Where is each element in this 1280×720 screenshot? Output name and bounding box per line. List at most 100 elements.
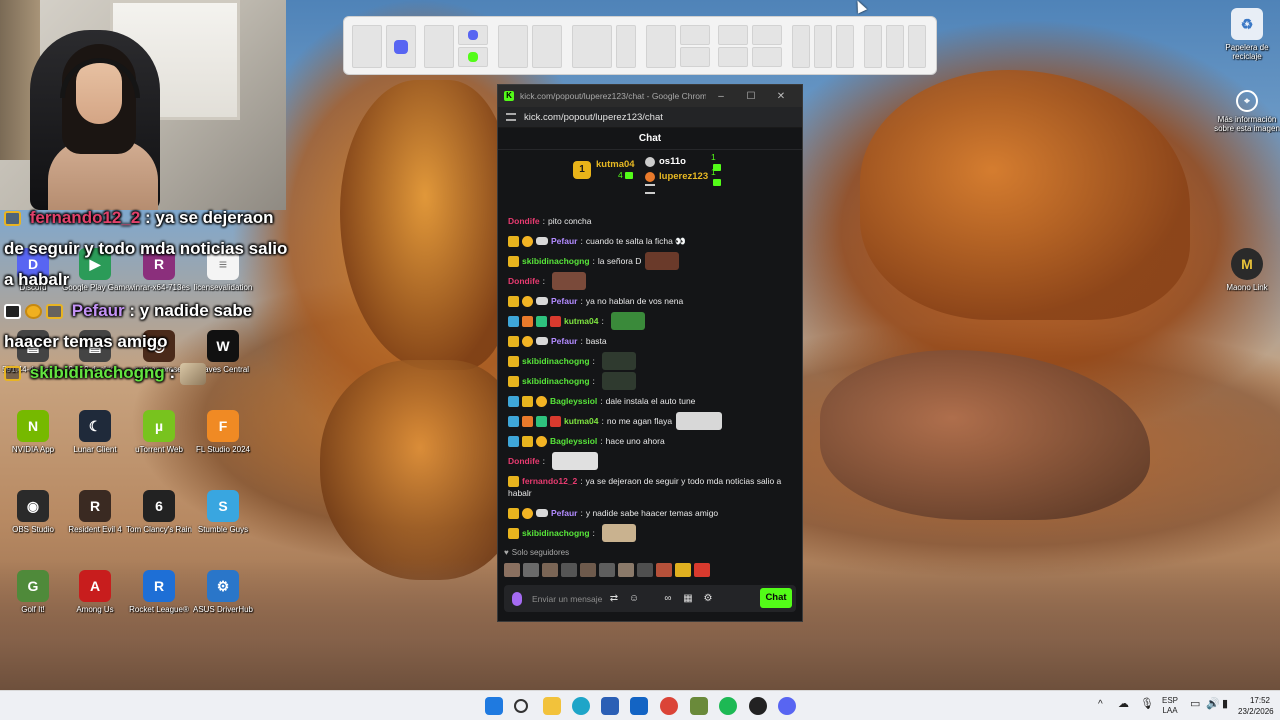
emote-button[interactable]	[523, 563, 539, 577]
chat-message[interactable]: Dondife:	[508, 451, 792, 471]
chat-message[interactable]: Dondife:	[508, 271, 792, 291]
chat-username[interactable]: skibidinachogng	[522, 523, 590, 543]
emote-button[interactable]	[637, 563, 653, 577]
chat-message[interactable]: skibidinachogng:	[508, 523, 792, 543]
chat-message[interactable]: Pefaur: cuando te salta la ficha 👀	[508, 231, 792, 251]
discord-icon[interactable]	[778, 697, 796, 715]
desktop-icon[interactable]: µ uTorrent Web	[126, 410, 192, 454]
preview-thumb[interactable]	[864, 25, 882, 68]
preview-thumb[interactable]	[886, 25, 904, 68]
chat-username[interactable]: Bagleyssiol	[550, 431, 597, 451]
emote-button[interactable]	[542, 563, 558, 577]
chat-message[interactable]: kutma04:	[508, 311, 792, 331]
preview-thumb[interactable]	[752, 25, 782, 45]
desktop-icon[interactable]: A Among Us	[62, 570, 128, 614]
battery-icon[interactable]: ▮	[1222, 699, 1228, 710]
chat-message[interactable]: Pefaur: basta	[508, 331, 792, 351]
chat-username[interactable]: kutma04	[564, 311, 599, 331]
chat-username[interactable]: Dondife	[508, 451, 540, 471]
preview-thumb[interactable]	[908, 25, 926, 68]
preview-thumb[interactable]	[498, 25, 528, 68]
volume-icon[interactable]: 🔊	[1206, 699, 1220, 710]
desktop-icon[interactable]: ☾ Lunar Client	[62, 410, 128, 454]
emote-button[interactable]	[656, 563, 672, 577]
emote-button[interactable]	[599, 563, 615, 577]
desktop-icon[interactable]: R Resident Evil 4	[62, 490, 128, 534]
chat-message[interactable]: Dondife: pito concha	[508, 211, 792, 231]
preview-thumb[interactable]	[814, 25, 832, 68]
preview-thumb[interactable]	[352, 25, 382, 68]
preview-thumb[interactable]	[572, 25, 612, 68]
chat-username[interactable]: Dondife	[508, 211, 540, 231]
address-bar[interactable]: kick.com/popout/luperez123/chat	[498, 107, 802, 128]
emote-button[interactable]	[694, 563, 710, 577]
site-info-icon[interactable]	[506, 113, 516, 121]
preview-thumb[interactable]	[836, 25, 854, 68]
emoji-icon[interactable]: ☺	[624, 593, 644, 604]
chat-message[interactable]: skibidinachogng: la señora D	[508, 251, 792, 271]
chat-username[interactable]: Pefaur	[551, 503, 577, 523]
emote-button[interactable]	[561, 563, 577, 577]
desktop-icon[interactable]: G Golf It!	[0, 570, 66, 614]
desktop-icon[interactable]: R Rocket League®	[126, 570, 192, 614]
chat-username[interactable]: Bagleyssiol	[550, 391, 597, 411]
chat-username[interactable]: Pefaur	[551, 231, 577, 251]
chat-username[interactable]: Pefaur	[551, 291, 577, 311]
chat-message[interactable]: Pefaur: ya no hablan de vos nena	[508, 291, 792, 311]
search-icon[interactable]	[514, 699, 528, 713]
mic-tray-icon[interactable]: 🎙	[1140, 699, 1154, 710]
desktop-icon[interactable]: ⚙ ASUS DriverHub	[190, 570, 256, 614]
chat-message[interactable]: kutma04: no me agan flaya	[508, 411, 792, 431]
maximize-button[interactable]: ☐	[736, 91, 766, 102]
send-chat-button[interactable]: Chat	[760, 588, 792, 608]
preview-thumb[interactable]	[532, 25, 562, 68]
outlook-icon[interactable]	[630, 697, 648, 715]
expand-pinned-icon[interactable]	[645, 184, 655, 194]
emote-button[interactable]	[504, 563, 520, 577]
spotify-icon[interactable]	[719, 697, 737, 715]
desktop-icon-recycle-bin[interactable]: ♻ Papelera de reciclaje	[1214, 8, 1280, 61]
message-input[interactable]: Enviar un mensaje	[532, 594, 604, 604]
share-icon[interactable]: ∞	[658, 593, 678, 604]
chat-username[interactable]: kutma04	[564, 411, 599, 431]
emote-button[interactable]	[580, 563, 596, 577]
file-explorer-icon[interactable]	[543, 697, 561, 715]
preview-thumb[interactable]	[718, 25, 748, 45]
chat-username[interactable]: skibidinachogng	[522, 351, 590, 371]
leaderboard-row[interactable]: os11o 1	[645, 152, 721, 171]
chat-username[interactable]: skibidinachogng	[522, 251, 590, 271]
settings-gear-icon[interactable]: ⚙	[698, 593, 718, 604]
preview-thumb[interactable]	[646, 25, 676, 68]
obs-icon[interactable]	[749, 697, 767, 715]
preview-thumb[interactable]	[792, 25, 810, 68]
preview-thumb[interactable]	[616, 25, 636, 68]
window-titlebar[interactable]: K kick.com/popout/luperez123/chat - Goog…	[498, 85, 802, 107]
desktop-icon[interactable]: 6 Tom Clancy's Rainbow Six...	[126, 490, 192, 534]
preview-thumb[interactable]	[680, 25, 710, 45]
chrome-icon[interactable]	[660, 697, 678, 715]
emote-button[interactable]	[618, 563, 634, 577]
chat-username[interactable]: Dondife	[508, 271, 540, 291]
store-icon[interactable]: ▦	[678, 593, 698, 604]
chat-message[interactable]: Pefaur: y nadide sabe haacer temas amigo	[508, 503, 792, 523]
desktop-icon-image-info[interactable]: ⌖ Más información sobre esta imagen	[1214, 90, 1280, 133]
chevron-up-icon[interactable]: ^	[1098, 700, 1103, 710]
preview-thumb-kick[interactable]	[458, 47, 488, 67]
preview-thumb[interactable]	[680, 47, 710, 67]
desktop-icon-maono[interactable]: M Maono Link	[1214, 248, 1280, 292]
preview-thumb[interactable]	[752, 47, 782, 67]
chat-message[interactable]: skibidinachogng:	[508, 371, 792, 391]
windows-start-icon[interactable]	[485, 697, 503, 715]
language-indicator[interactable]: ESP LAA	[1162, 696, 1178, 716]
chat-message[interactable]: Bagleyssiol: hace uno ahora	[508, 431, 792, 451]
preview-thumb-discord[interactable]	[458, 25, 488, 45]
store-icon[interactable]	[601, 697, 619, 715]
desktop-icon[interactable]: ◉ OBS Studio	[0, 490, 66, 534]
preview-thumb[interactable]	[424, 25, 454, 68]
chat-username[interactable]: Pefaur	[551, 331, 577, 351]
leaderboard-row[interactable]: luperez123 1	[645, 167, 721, 186]
desktop-icon[interactable]: N NVIDIA App	[0, 410, 66, 454]
desktop-icon[interactable]: S Stumble Guys	[190, 490, 256, 534]
close-button[interactable]: ✕	[766, 91, 796, 102]
chat-username[interactable]: skibidinachogng	[522, 371, 590, 391]
